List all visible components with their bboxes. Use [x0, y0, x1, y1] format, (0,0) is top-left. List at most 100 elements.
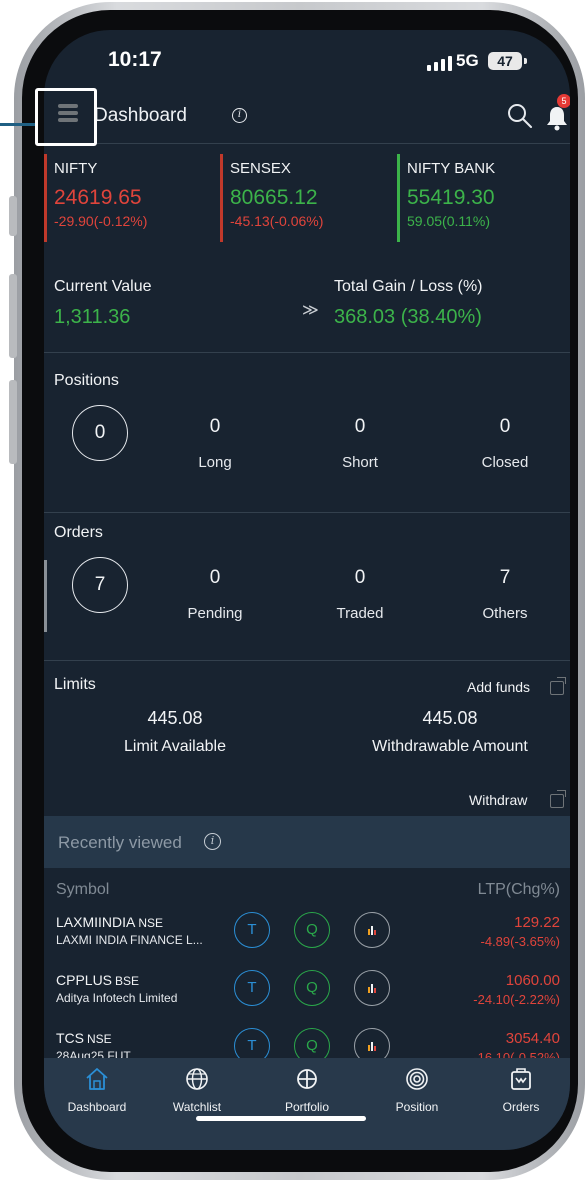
index-card-nifty[interactable]: NIFTY 24619.65 -29.90(-0.12%)	[44, 154, 214, 242]
row-symbol: CPPLUS BSE	[56, 972, 139, 988]
home-icon	[86, 1068, 108, 1090]
index-card-sensex[interactable]: SENSEX 80665.12 -45.13(-0.06%)	[220, 154, 390, 242]
row-symbol: LAXMIINDIA NSE	[56, 914, 163, 930]
nav-watchlist[interactable]: Watchlist	[152, 1064, 242, 1114]
list-item[interactable]: CPPLUS BSE Aditya Infotech Limited T Q 10…	[44, 966, 570, 1024]
stat-label: Short	[342, 454, 378, 471]
divider	[44, 660, 570, 661]
stat-value: 0	[209, 416, 221, 437]
positions-closed[interactable]: 0 Closed	[450, 416, 560, 471]
target-icon	[406, 1068, 428, 1090]
divider	[44, 143, 570, 144]
withdrawable-label: Withdrawable Amount	[372, 738, 528, 755]
stat-label: Closed	[481, 454, 529, 471]
info-icon[interactable]: i	[204, 833, 221, 850]
chart-button[interactable]	[354, 912, 390, 948]
list-item[interactable]: LAXMIINDIA NSE LAXMI INDIA FINANCE L... T…	[44, 908, 570, 966]
stat-value: 0	[354, 416, 366, 437]
positions-long[interactable]: 0 Long	[160, 416, 270, 471]
external-link-icon[interactable]	[550, 790, 566, 808]
ltp-change: -24.10(-2.22%)	[473, 992, 560, 1007]
total-gain-label: Total Gain / Loss (%)	[334, 278, 483, 295]
limits-title: Limits	[54, 676, 96, 693]
callout-highlight	[35, 88, 97, 146]
home-indicator[interactable]	[196, 1116, 366, 1121]
info-icon[interactable]: i	[232, 108, 247, 123]
chart-button[interactable]	[354, 970, 390, 1006]
index-change: -45.13(-0.06%)	[230, 213, 324, 229]
stat-value: 7	[499, 567, 511, 588]
positions-short[interactable]: 0 Short	[305, 416, 415, 471]
limit-available-value: 445.08	[147, 708, 203, 728]
notification-badge: 5	[557, 94, 570, 108]
status-bar: 10:17 5G 47	[44, 30, 570, 88]
nav-portfolio[interactable]: Portfolio	[262, 1064, 352, 1114]
orders-traded[interactable]: 0 Traded	[305, 567, 415, 622]
column-header-ltp: LTP(Chg%)	[477, 881, 560, 898]
quote-button[interactable]: Q	[294, 970, 330, 1006]
orders-total[interactable]: 7	[72, 557, 128, 613]
basket-icon	[511, 1068, 531, 1090]
symbol-code: LAXMIINDIA	[56, 914, 136, 930]
ltp-value: 1060.00	[505, 972, 560, 989]
orders-title: Orders	[54, 524, 103, 541]
bottom-nav: Dashboard Watchlist Portfolio Position O…	[44, 1058, 570, 1150]
phone-side-button	[9, 196, 17, 236]
index-change: -29.90(-0.12%)	[54, 213, 148, 229]
recently-viewed-title: Recently viewed	[58, 833, 182, 852]
index-value: 24619.65	[54, 186, 142, 209]
nav-position[interactable]: Position	[372, 1064, 462, 1114]
total-gain-value: 368.03 (38.40%)	[334, 306, 482, 328]
stat-value: 0	[354, 567, 366, 588]
nav-label: Watchlist	[172, 1100, 222, 1114]
page-title: Dashboard	[94, 105, 187, 126]
index-card-nifty-bank[interactable]: NIFTY BANK 55419.30 59.05(0.11%)	[397, 154, 567, 242]
orders-others[interactable]: 7 Others	[450, 567, 560, 622]
nav-label: Position	[395, 1100, 439, 1114]
bell-icon[interactable]	[544, 104, 570, 132]
positions-title: Positions	[54, 372, 119, 389]
nav-dashboard[interactable]: Dashboard	[52, 1064, 142, 1114]
phone-side-button	[9, 380, 17, 464]
index-name: NIFTY	[54, 160, 98, 177]
ltp-value: 129.22	[514, 914, 560, 931]
status-time: 10:17	[108, 48, 162, 71]
quote-button[interactable]: Q	[294, 912, 330, 948]
search-icon[interactable]	[506, 102, 534, 130]
app-screen: 10:17 5G 47 Dashboard i 5 NIFTY 24619.65…	[44, 30, 570, 1150]
stat-label: Others	[482, 605, 528, 622]
symbol-code: TCS	[56, 1030, 84, 1046]
orders-pending[interactable]: 0 Pending	[160, 567, 270, 622]
callout-line	[0, 123, 36, 126]
ltp-change: -4.89(-3.65%)	[480, 934, 560, 949]
divider	[44, 512, 570, 513]
chart-icon	[368, 1042, 376, 1051]
external-link-icon[interactable]	[550, 677, 566, 695]
battery-icon: 47	[488, 52, 522, 70]
chart-icon	[368, 926, 376, 935]
add-funds-link[interactable]: Add funds	[467, 679, 530, 695]
stat-label: Pending	[187, 605, 243, 622]
nav-orders[interactable]: Orders	[476, 1064, 566, 1114]
stat-value: 0	[499, 416, 511, 437]
exchange-label: NSE	[138, 916, 164, 930]
battery-tip	[524, 58, 527, 64]
phone-side-button	[9, 274, 17, 358]
index-change: 59.05(0.11%)	[407, 213, 491, 229]
company-name: LAXMI INDIA FINANCE L...	[56, 933, 203, 947]
positions-total[interactable]: 0	[72, 405, 128, 461]
column-header-symbol: Symbol	[56, 881, 110, 898]
stat-value: 0	[209, 567, 221, 588]
index-value: 80665.12	[230, 186, 318, 209]
exchange-label: BSE	[115, 974, 140, 988]
symbol-code: CPPLUS	[56, 972, 113, 988]
company-name: Aditya Infotech Limited	[56, 991, 178, 1005]
nav-label: Dashboard	[67, 1100, 127, 1114]
index-name: SENSEX	[230, 160, 291, 177]
app-header: Dashboard i 5	[44, 88, 570, 146]
withdraw-link[interactable]: Withdraw	[469, 792, 527, 808]
trade-button[interactable]: T	[234, 912, 270, 948]
trade-button[interactable]: T	[234, 970, 270, 1006]
chevron-double-down-icon[interactable]: ≫	[302, 300, 319, 320]
row-symbol: TCS NSE	[56, 1030, 112, 1046]
